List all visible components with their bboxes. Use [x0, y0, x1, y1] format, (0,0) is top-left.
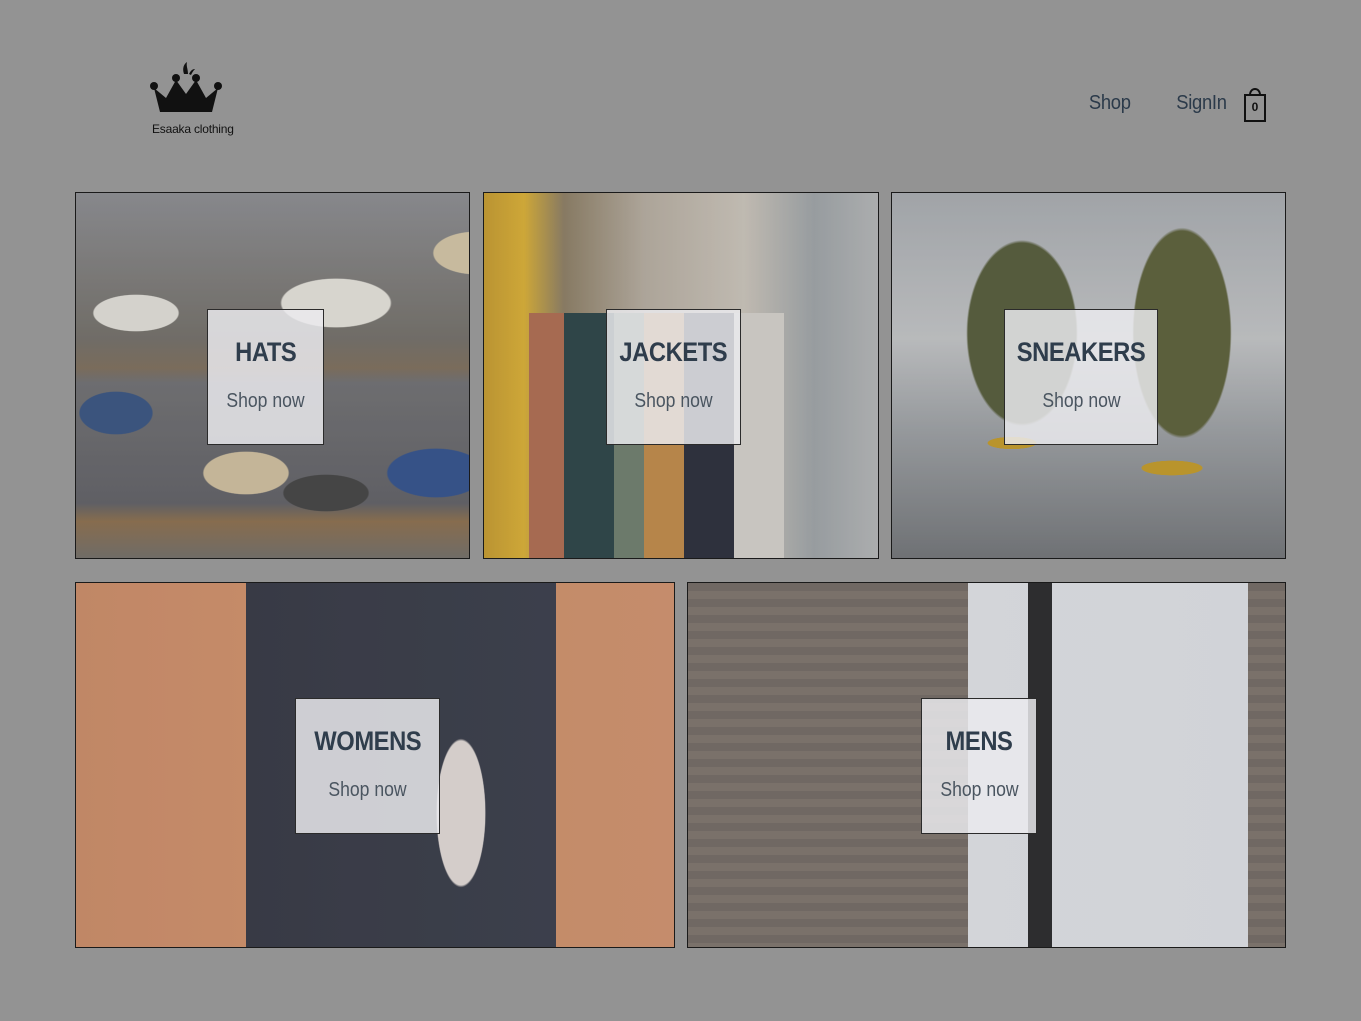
category-title: SNEAKERS [1016, 337, 1146, 367]
cart-button[interactable]: 0 [1243, 83, 1267, 123]
category-tile-womens[interactable]: WOMENS Shop now [75, 582, 675, 948]
category-tile-jackets[interactable]: JACKETS Shop now [483, 192, 879, 559]
crown-icon [150, 62, 222, 112]
shop-now-link[interactable]: Shop now [1042, 390, 1120, 413]
shop-now-link[interactable]: Shop now [328, 779, 406, 802]
shop-now-link[interactable]: Shop now [226, 390, 304, 413]
nav-shop-link[interactable]: Shop [1088, 92, 1130, 115]
category-label-box[interactable]: WOMENS Shop now [295, 698, 440, 834]
category-tile-sneakers[interactable]: SNEAKERS Shop now [891, 192, 1286, 559]
category-label-box[interactable]: SNEAKERS Shop now [1004, 309, 1158, 445]
category-tile-mens[interactable]: MENS Shop now [687, 582, 1286, 948]
brand-name: Esaaka clothing [152, 122, 234, 136]
top-nav: Shop SignIn 0 [1087, 82, 1267, 124]
header: Esaaka clothing Shop SignIn 0 [0, 0, 1361, 180]
shop-now-link[interactable]: Shop now [634, 390, 712, 413]
nav-signin-link[interactable]: SignIn [1176, 92, 1227, 115]
brand-logo[interactable]: Esaaka clothing [148, 60, 234, 140]
category-label-box[interactable]: JACKETS Shop now [606, 309, 741, 445]
category-title: JACKETS [619, 337, 728, 367]
category-label-box[interactable]: MENS Shop now [921, 698, 1037, 834]
category-title: WOMENS [314, 726, 421, 756]
category-title: MENS [945, 726, 1013, 756]
shop-now-link[interactable]: Shop now [940, 779, 1018, 802]
cart-count: 0 [1251, 100, 1259, 114]
category-tile-hats[interactable]: HATS Shop now [75, 192, 470, 559]
category-title: HATS [234, 337, 297, 367]
category-label-box[interactable]: HATS Shop now [207, 309, 324, 445]
